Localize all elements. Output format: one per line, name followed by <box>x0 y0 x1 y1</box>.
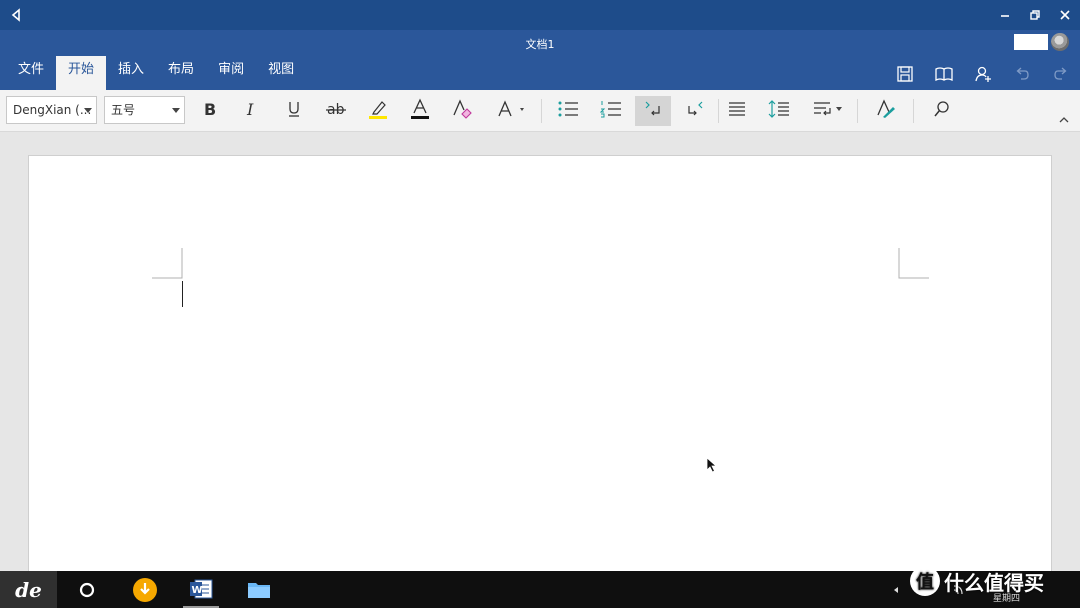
font-size-value: 五号 <box>111 103 136 117</box>
outdent-icon <box>685 100 705 122</box>
svg-text:I: I <box>246 100 254 118</box>
bullets-button[interactable] <box>550 96 586 126</box>
close-icon[interactable] <box>1050 0 1080 30</box>
document-page[interactable] <box>28 155 1052 575</box>
save-icon[interactable] <box>885 62 924 86</box>
font-color-icon <box>409 98 431 124</box>
tab-file[interactable]: 文件 <box>6 56 56 90</box>
quick-actions <box>885 62 1080 86</box>
ribbon-header: 文档1 文件 开始 插入 布局 审阅 视图 <box>0 30 1080 90</box>
font-name-select[interactable]: DengXian (... <box>6 96 97 124</box>
back-icon[interactable] <box>8 7 24 23</box>
font-size-select[interactable]: 五号 <box>104 96 185 124</box>
start-button[interactable]: de <box>0 571 57 608</box>
chevron-down-icon <box>84 108 92 113</box>
mouse-pointer-icon <box>706 457 718 473</box>
divider <box>541 99 542 123</box>
text-effects-icon <box>496 99 528 123</box>
underline-button[interactable] <box>276 96 312 126</box>
chevron-down-icon <box>172 108 180 113</box>
line-spacing-button[interactable] <box>761 96 797 126</box>
styles-button[interactable] <box>868 96 904 126</box>
text-caret <box>182 281 183 307</box>
divider <box>857 99 858 123</box>
find-button[interactable] <box>924 96 960 126</box>
bullets-icon <box>557 100 579 122</box>
taskbar-app-download[interactable] <box>126 571 164 608</box>
account-name-box[interactable] <box>1014 34 1048 50</box>
tab-insert[interactable]: 插入 <box>106 56 156 90</box>
start-logo: de <box>15 577 42 602</box>
indent-button[interactable] <box>635 96 671 126</box>
tab-review[interactable]: 审阅 <box>206 56 256 90</box>
watermark-logo: 值 <box>910 566 940 596</box>
divider <box>913 99 914 123</box>
paragraph-options-button[interactable] <box>808 96 848 126</box>
circle-icon <box>79 582 95 597</box>
align-icon <box>727 101 747 121</box>
search-button[interactable] <box>70 571 104 608</box>
font-color-button[interactable] <box>402 96 438 126</box>
bold-icon: B <box>201 100 217 122</box>
clear-format-icon <box>451 99 473 123</box>
strikethrough-button[interactable]: ab <box>318 96 354 126</box>
taskbar-app-files[interactable] <box>241 571 277 608</box>
highlight-icon <box>367 98 389 124</box>
find-icon <box>933 100 951 122</box>
line-spacing-icon <box>768 99 790 123</box>
redo-icon[interactable] <box>1041 62 1080 86</box>
underline-icon <box>286 99 302 123</box>
collapse-ribbon-icon[interactable] <box>1058 108 1070 127</box>
italic-icon: I <box>243 100 259 122</box>
title-bar <box>0 0 1080 30</box>
font-name-value: DengXian (... <box>13 103 92 117</box>
tab-home[interactable]: 开始 <box>56 56 107 90</box>
numbering-button[interactable] <box>593 96 629 126</box>
document-canvas[interactable] <box>0 132 1080 575</box>
tab-layout[interactable]: 布局 <box>156 56 206 90</box>
minimize-icon[interactable] <box>990 0 1020 30</box>
clear-format-button[interactable] <box>444 96 480 126</box>
folder-icon <box>248 582 270 598</box>
margin-mark-top-right <box>898 248 929 279</box>
numbering-icon <box>599 100 622 122</box>
text-effects-button[interactable] <box>492 96 532 126</box>
home-toolbar: DengXian (... 五号 B I ab <box>0 90 1080 132</box>
restore-icon[interactable] <box>1020 0 1050 30</box>
paragraph-icon <box>812 100 844 122</box>
watermark-text: 什么值得买 <box>944 570 1044 595</box>
ribbon-tabs: 文件 开始 插入 布局 审阅 视图 <box>6 56 306 90</box>
word-icon: W <box>190 579 213 598</box>
margin-mark-top-left <box>152 248 183 279</box>
svg-text:W: W <box>192 585 203 596</box>
svg-text:B: B <box>204 100 216 118</box>
watermark: 值 什么值得买 <box>910 566 1044 596</box>
outdent-button[interactable] <box>677 96 713 126</box>
indent-icon <box>643 100 663 122</box>
highlight-button[interactable] <box>360 96 396 126</box>
bold-button[interactable]: B <box>191 96 227 126</box>
read-mode-icon[interactable] <box>924 62 963 86</box>
undo-icon[interactable] <box>1002 62 1041 86</box>
document-title: 文档1 <box>525 38 555 51</box>
share-icon[interactable] <box>963 62 1002 86</box>
align-button[interactable] <box>719 96 755 126</box>
avatar[interactable] <box>1051 33 1069 51</box>
taskbar-app-word[interactable]: W <box>183 571 219 608</box>
tab-view[interactable]: 视图 <box>256 56 306 90</box>
strikethrough-icon: ab <box>325 100 347 122</box>
download-icon <box>133 577 157 602</box>
tray-expand-icon[interactable] <box>892 586 900 594</box>
italic-button[interactable]: I <box>233 96 269 126</box>
styles-icon <box>875 99 897 123</box>
